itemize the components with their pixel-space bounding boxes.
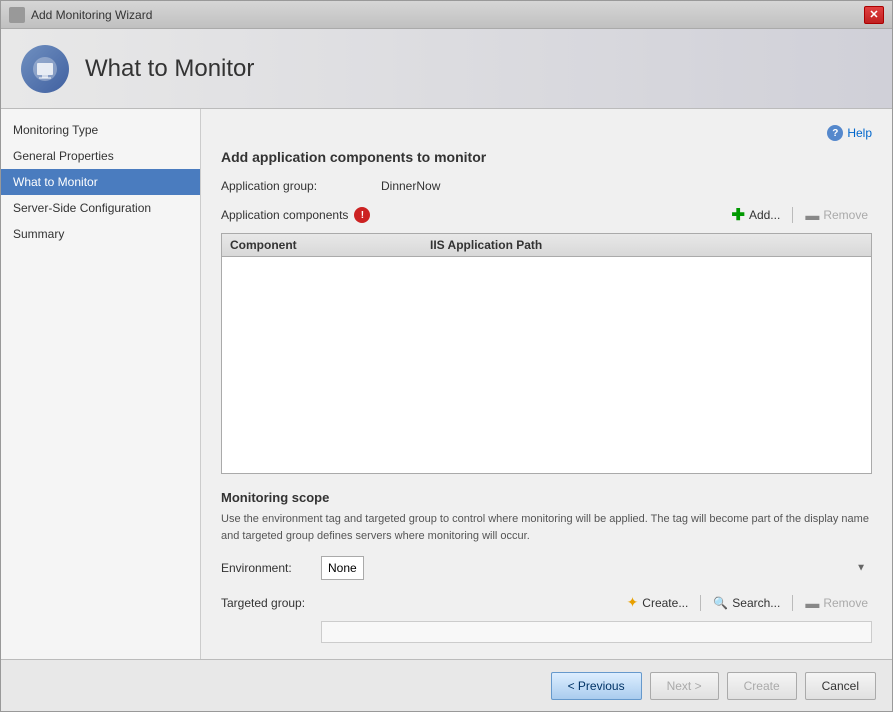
components-label: Application components !: [221, 207, 728, 223]
previous-button[interactable]: < Previous: [551, 672, 642, 700]
table-body: [222, 257, 871, 417]
scope-title: Monitoring scope: [221, 490, 872, 505]
search-button[interactable]: 🔍 Search...: [709, 594, 784, 612]
remove-targeted-icon: ▬: [805, 595, 819, 611]
targeted-group-label: Targeted group:: [221, 596, 321, 610]
sidebar-item-summary[interactable]: Summary: [1, 221, 200, 247]
remove-targeted-button[interactable]: ▬ Remove: [801, 593, 872, 613]
scope-description: Use the environment tag and targeted gro…: [221, 511, 872, 544]
close-button[interactable]: ✕: [864, 6, 884, 24]
sidebar-item-what-to-monitor[interactable]: What to Monitor: [1, 169, 200, 195]
help-icon: ?: [827, 125, 843, 141]
help-label: Help: [847, 126, 872, 140]
divider3: [792, 595, 793, 611]
components-table: Component IIS Application Path: [221, 233, 872, 474]
window-icon: [9, 7, 25, 23]
remove-targeted-label: Remove: [823, 596, 868, 610]
sidebar: Monitoring Type General Properties What …: [1, 109, 201, 659]
create-button[interactable]: ✦ Create...: [623, 592, 693, 613]
sidebar-item-general-properties[interactable]: General Properties: [1, 143, 200, 169]
app-group-value: DinnerNow: [381, 179, 440, 193]
app-group-row: Application group: DinnerNow: [221, 179, 872, 193]
environment-label: Environment:: [221, 561, 321, 575]
components-header: Application components ! ✚ Add... ▬ Remo…: [221, 203, 872, 227]
col-component: Component: [230, 238, 430, 252]
environment-select-wrapper: None ▼: [321, 556, 872, 580]
remove-icon: ▬: [805, 207, 819, 223]
help-row: ? Help: [221, 125, 872, 141]
search-label: Search...: [732, 596, 780, 610]
add-button[interactable]: ✚ Add...: [728, 203, 785, 227]
toolbar-buttons: ✚ Add... ▬ Remove: [728, 203, 872, 227]
col-iis-path: IIS Application Path: [430, 238, 863, 252]
monitoring-scope-section: Monitoring scope Use the environment tag…: [221, 490, 872, 643]
header-title: What to Monitor: [85, 55, 254, 83]
bottom-bar: < Previous Next > Create Cancel: [1, 659, 892, 711]
environment-row: Environment: None ▼: [221, 556, 872, 580]
divider: [792, 207, 793, 223]
content-area: Monitoring Type General Properties What …: [1, 109, 892, 659]
sidebar-item-monitoring-type[interactable]: Monitoring Type: [1, 117, 200, 143]
help-link[interactable]: ? Help: [827, 125, 872, 141]
next-button[interactable]: Next >: [650, 672, 719, 700]
create-wizard-button[interactable]: Create: [727, 672, 797, 700]
app-group-label: Application group:: [221, 179, 381, 193]
add-label: Add...: [749, 208, 780, 222]
main-window: Add Monitoring Wizard ✕ What to Monitor …: [0, 0, 893, 712]
table-header: Component IIS Application Path: [222, 234, 871, 257]
environment-select[interactable]: None: [321, 556, 364, 580]
window-title: Add Monitoring Wizard: [31, 8, 864, 22]
divider2: [700, 595, 701, 611]
main-content: ? Help Add application components to mon…: [201, 109, 892, 659]
error-icon: !: [354, 207, 370, 223]
cancel-button[interactable]: Cancel: [805, 672, 876, 700]
dropdown-arrow-icon: ▼: [856, 563, 866, 574]
targeted-group-buttons: ✦ Create... 🔍 Search... ▬ Remove: [321, 592, 872, 613]
header-banner: What to Monitor: [1, 29, 892, 109]
section-title: Add application components to monitor: [221, 149, 872, 165]
components-label-text: Application components: [221, 208, 348, 222]
header-icon: [21, 45, 69, 93]
create-label: Create...: [642, 596, 688, 610]
targeted-group-field: [321, 621, 872, 643]
add-plus-icon: ✚: [732, 205, 745, 225]
remove-label: Remove: [823, 208, 868, 222]
sidebar-item-server-side-config[interactable]: Server-Side Configuration: [1, 195, 200, 221]
remove-button[interactable]: ▬ Remove: [801, 205, 872, 225]
search-glass-icon: 🔍: [713, 596, 728, 610]
targeted-group-row: Targeted group: ✦ Create... 🔍 Search...: [221, 592, 872, 613]
title-bar: Add Monitoring Wizard ✕: [1, 1, 892, 29]
targeted-group-field-row: [221, 617, 872, 643]
create-star-icon: ✦: [627, 594, 639, 611]
